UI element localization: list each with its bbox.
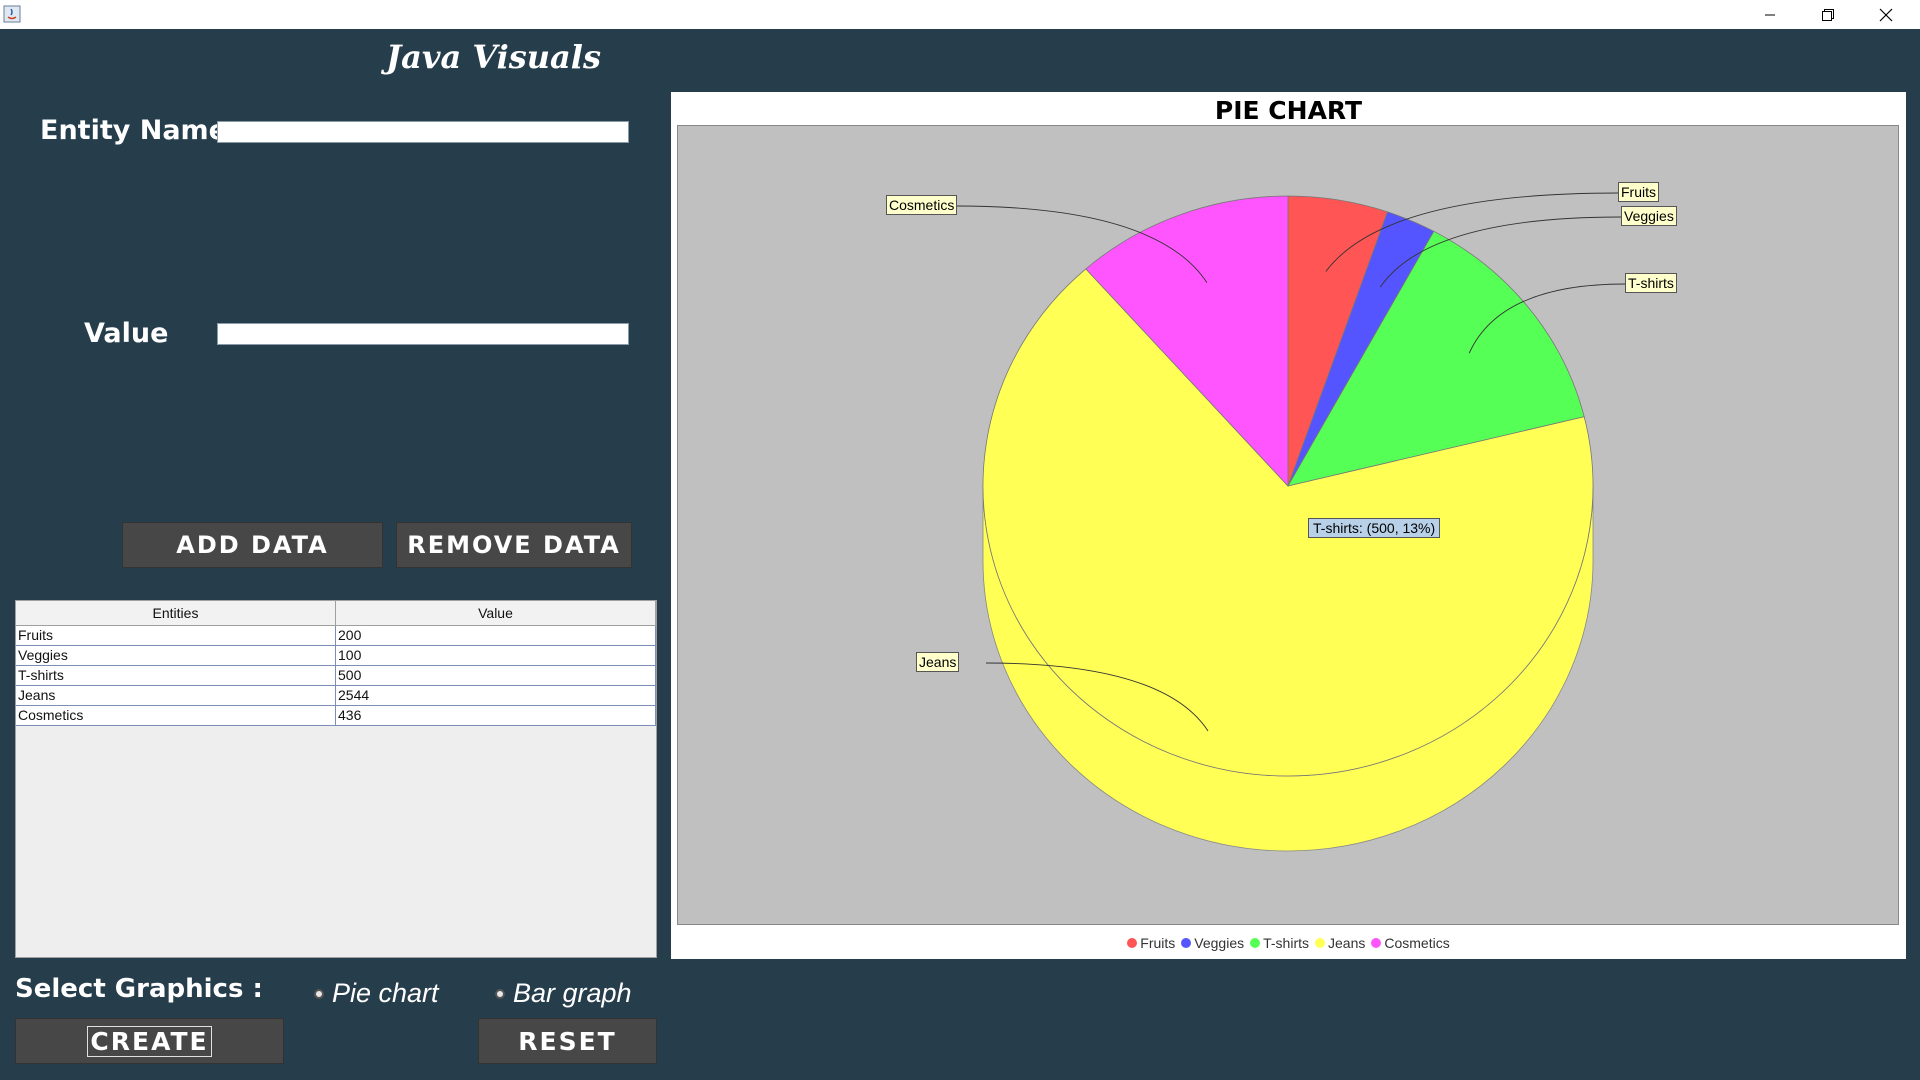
plot-area[interactable]: T-shirts: (500, 13%) Fruits Veggies T-shir… [677,125,1899,925]
table-cell[interactable]: Jeans [16,686,336,705]
value-input[interactable] [217,323,629,345]
java-icon [3,5,21,23]
table-row[interactable]: T-shirts 500 [16,666,656,686]
legend-label: Jeans [1328,935,1366,951]
table-row[interactable]: Jeans 2544 [16,686,656,706]
minimize-icon [1765,14,1775,15]
create-button-label: CREATE [87,1025,212,1057]
column-header-value[interactable]: Value [336,601,656,625]
chart-legend: Fruits Veggies T-shirts Jeans Cosmetics [671,935,1906,951]
table-cell[interactable]: 100 [336,646,656,665]
value-label: Value [84,318,169,349]
legend-item-fruits: Fruits [1127,935,1175,951]
legend-item-t-shirts: T-shirts [1250,935,1309,951]
pie-label-cosmetics: Cosmetics [886,195,958,215]
legend-label: T-shirts [1263,935,1309,951]
table-cell[interactable]: 200 [336,626,656,645]
close-icon [1879,8,1893,21]
legend-item-jeans: Jeans [1315,935,1365,951]
chart-panel: PIE CHART T-shirts: (500, 13%) Fruits Veg… [671,92,1906,959]
pie-chart-radio-label: Pie chart [332,978,439,1008]
app-title: Java Visuals [386,38,601,76]
create-button[interactable]: CREATE [15,1018,284,1064]
pie-label-veggies: Veggies [1621,206,1677,226]
table-cell[interactable]: 2544 [336,686,656,705]
restore-icon [1822,8,1834,21]
legend-swatch [1315,938,1325,948]
reset-button[interactable]: RESET [478,1018,657,1064]
legend-swatch [1181,938,1192,948]
pie-label-jeans: Jeans [916,652,960,672]
radio-circle-icon [495,988,505,999]
legend-item-veggies: Veggies [1181,935,1244,951]
legend-label: Cosmetics [1384,935,1450,951]
add-data-button[interactable]: ADD DATA [122,522,383,568]
legend-item-cosmetics: Cosmetics [1371,935,1450,951]
chart-tooltip: T-shirts: (500, 13%) [1308,518,1441,538]
table-cell[interactable]: Cosmetics [16,706,336,725]
radio-circle-icon [314,988,324,999]
pie-label-fruits: Fruits [1618,182,1659,202]
pie-label-t-shirts: T-shirts [1625,273,1677,293]
bar-graph-radio[interactable]: Bar graph [495,978,632,1009]
pie-chart-radio[interactable]: Pie chart [314,978,439,1009]
table-row[interactable]: Veggies 100 [16,646,656,666]
column-header-entities[interactable]: Entities [16,601,336,625]
pie-chart [955,192,1626,852]
entity-name-input[interactable] [217,121,629,143]
close-button[interactable] [1858,0,1914,29]
restore-button[interactable] [1800,0,1856,29]
legend-swatch [1127,938,1138,948]
legend-label: Fruits [1140,935,1176,951]
table-row[interactable]: Fruits 200 [16,626,656,646]
legend-swatch [1371,938,1382,948]
title-bar [0,0,1920,29]
minimize-button[interactable] [1742,0,1798,29]
table-cell[interactable]: Veggies [16,646,336,665]
table-cell[interactable]: Fruits [16,626,336,645]
table-cell[interactable]: 500 [336,666,656,685]
entity-name-label: Entity Name [40,115,227,146]
bar-graph-radio-label: Bar graph [513,978,632,1008]
legend-swatch [1250,938,1261,948]
table-cell[interactable]: T-shirts [16,666,336,685]
legend-label: Veggies [1194,935,1245,951]
table-row[interactable]: Cosmetics 436 [16,706,656,726]
bottom-strip [0,1076,1920,1080]
chart-title: PIE CHART [1214,96,1363,125]
table-header: Entities Value [16,601,656,626]
remove-data-button[interactable]: REMOVE DATA [396,522,632,568]
select-graphics-label: Select Graphics : [15,974,263,1004]
data-table[interactable]: Entities Value Fruits 200 Veggies 100 T-… [15,600,657,958]
table-cell[interactable]: 436 [336,706,656,725]
